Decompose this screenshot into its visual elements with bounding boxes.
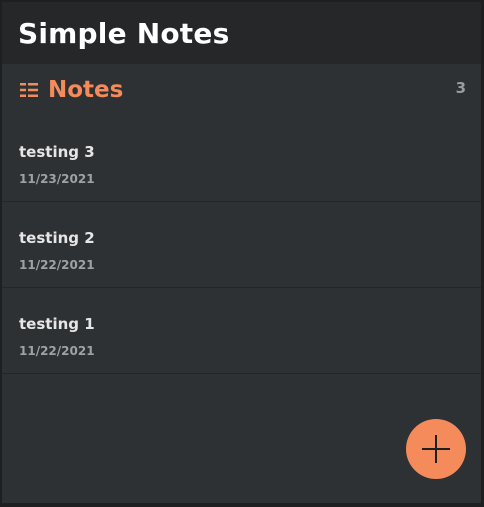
note-list-item[interactable]: testing 1 11/22/2021 — [2, 288, 481, 374]
note-title: testing 1 — [19, 315, 95, 333]
note-list: testing 3 11/23/2021 testing 2 11/22/202… — [2, 116, 481, 374]
note-date: 11/22/2021 — [19, 258, 95, 272]
note-title: testing 2 — [19, 229, 95, 247]
note-date: 11/23/2021 — [19, 172, 95, 186]
notes-count-badge: 3 — [455, 79, 466, 97]
app-title: Simple Notes — [18, 16, 230, 50]
notes-section-label: Notes — [48, 77, 124, 103]
app-window: Simple Notes Notes 3 testing 3 11/23/202… — [2, 2, 481, 503]
note-date: 11/22/2021 — [19, 344, 95, 358]
add-note-button[interactable] — [406, 419, 466, 479]
app-header: Simple Notes — [2, 2, 481, 64]
list-icon — [19, 80, 39, 100]
note-title: testing 3 — [19, 143, 95, 161]
notes-section-header: Notes 3 — [2, 64, 481, 116]
note-list-item[interactable]: testing 2 11/22/2021 — [2, 202, 481, 288]
note-list-item[interactable]: testing 3 11/23/2021 — [2, 116, 481, 202]
plus-icon — [422, 435, 450, 463]
